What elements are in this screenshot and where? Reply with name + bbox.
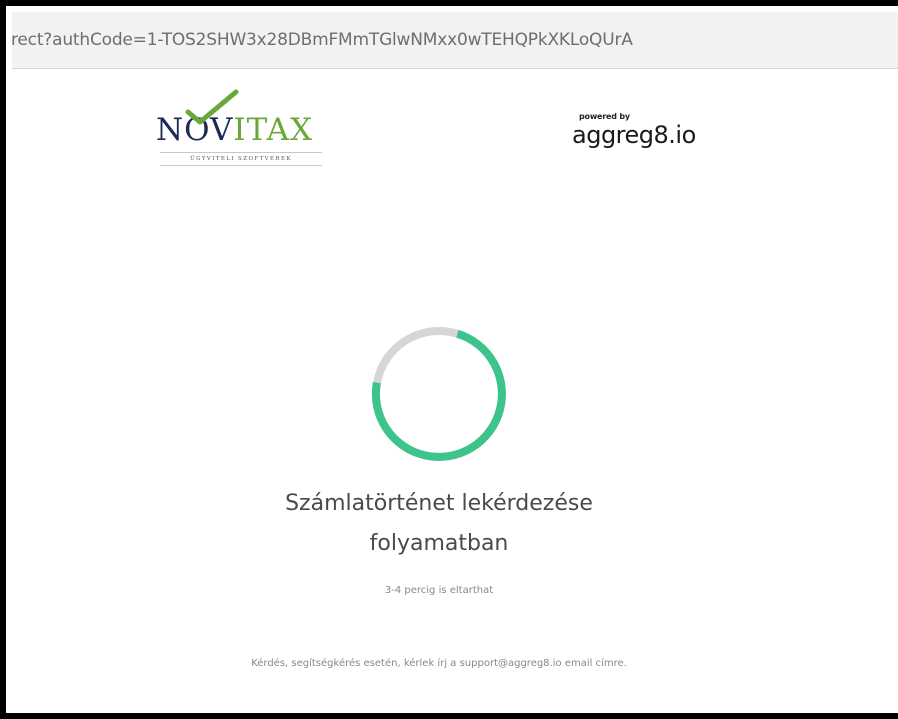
status-title: Számlatörténet lekérdezése folyamatban — [206, 484, 672, 564]
support-message: Kérdés, segítségkérés esetén, kérlek írj… — [251, 658, 627, 669]
logo-divider — [160, 152, 322, 153]
powered-by-label: powered by — [579, 112, 630, 121]
aggreg8-wordmark: aggreg8.io — [572, 121, 696, 149]
logo-divider — [160, 165, 322, 166]
aggreg8-logo: powered by aggreg8.io — [572, 110, 722, 158]
status-title-line-1: Számlatörténet lekérdezése — [285, 491, 593, 516]
novitax-tagline: ÜGYVITELI SZOFTVEREK — [190, 156, 292, 162]
loading-spinner — [371, 327, 506, 461]
url-text[interactable]: rect?authCode=1-TOS2SHW3x28DBmFMmTGlwNMx… — [12, 30, 633, 50]
novitax-logo: NOVITAX ÜGYVITELI SZOFTVEREK — [154, 88, 326, 180]
address-bar[interactable]: rect?authCode=1-TOS2SHW3x28DBmFMmTGlwNMx… — [12, 12, 898, 69]
checkmark-icon — [185, 89, 239, 125]
browser-window: rect?authCode=1-TOS2SHW3x28DBmFMmTGlwNMx… — [0, 0, 898, 719]
status-subtitle: 3-4 percig is eltarthat — [384, 585, 494, 596]
status-title-line-2: folyamatban — [369, 531, 509, 556]
